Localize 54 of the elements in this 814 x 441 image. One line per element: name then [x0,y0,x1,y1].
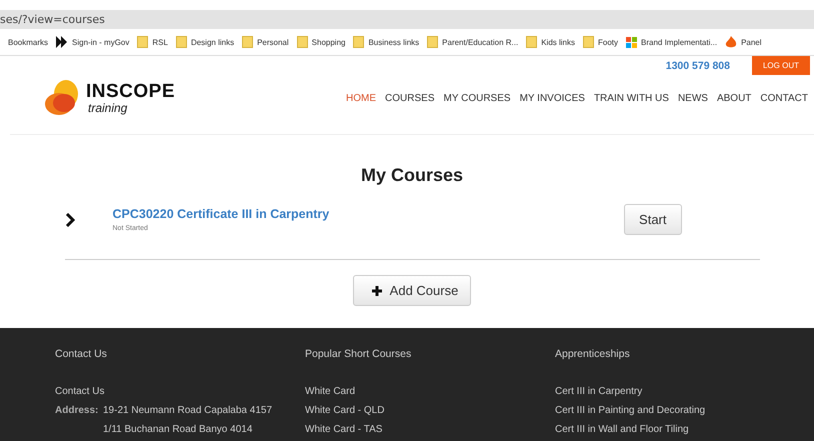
plus-icon [372,286,382,296]
footer-link[interactable]: White Card [305,386,356,397]
bookmark-item[interactable]: Bookmarks [8,38,48,46]
nav-link[interactable]: MY COURSES [444,92,511,104]
phone-number[interactable]: 1300 579 808 [666,60,730,72]
footer-heading: Apprenticeships [555,348,631,360]
bookmark-item[interactable]: Sign-in - myGov [56,36,130,48]
folder-icon [137,36,148,48]
folder-icon [176,36,187,48]
address-bar-url[interactable]: ses/?view=courses [0,13,105,26]
nav-link[interactable]: TRAIN WITH US [594,92,669,104]
folder-icon [242,36,254,48]
footer-link[interactable]: Cert III in Painting and Decorating [555,405,706,416]
nav-link[interactable]: HOME [346,92,376,104]
windows-grid-icon [626,36,638,48]
address-label: Address: [55,405,100,416]
nav-link[interactable]: COURSES [385,92,434,104]
bookmark-item[interactable]: Footy [583,36,618,48]
address-line: 1/11 Buchanan Road Banyo 4014 [103,424,254,435]
nav-link[interactable]: CONTACT [760,92,808,104]
bookmark-item[interactable]: Brand Implementati... [626,36,718,48]
address-line: 19-21 Neumann Road Capalaba 4157 [103,405,272,416]
logo-name: INSCOPE [86,82,176,100]
footer-link[interactable]: Cert III in Wall and Floor Tiling [555,424,689,435]
footer-link[interactable]: White Card - TAS [305,424,382,435]
bookmark-item[interactable]: Parent/Education R... [427,36,518,48]
footer-link[interactable]: Contact Us [55,386,104,397]
start-button[interactable]: Start [624,204,682,235]
footer-link[interactable]: Cert III in Carpentry [555,386,642,397]
folder-icon [427,36,438,48]
nav-link[interactable]: ABOUT [716,92,752,104]
footer-link[interactable]: White Card - QLD [305,405,384,416]
arrow-logo-icon [56,36,68,48]
folder-icon [353,36,364,48]
footer-heading: Popular Short Courses [305,348,412,360]
folder-icon [296,36,308,48]
bookmark-item[interactable]: Personal [242,36,289,48]
nav-link[interactable]: NEWS [678,92,708,104]
folder-icon [583,36,594,48]
bookmark-item[interactable]: Business links [353,36,420,48]
bookmark-item[interactable]: Design links [176,36,234,48]
chevron-right-icon[interactable] [64,212,74,226]
add-course-button[interactable]: Add Course [352,275,472,306]
bookmark-item[interactable]: Kids links [526,36,575,48]
page-title: My Courses [360,165,464,186]
nav-link[interactable]: MY INVOICES [520,92,585,104]
flame-icon [725,36,738,48]
bookmark-item[interactable]: RSL [137,36,168,48]
course-link[interactable]: CPC30220 Certificate III in Carpentry [112,207,624,221]
bookmark-item[interactable]: Shopping [296,36,346,48]
bookmark-item[interactable]: Panel [725,36,762,48]
folder-icon [526,36,538,48]
footer-heading: Contact Us [55,348,108,360]
logo-subtitle: training [88,100,128,114]
